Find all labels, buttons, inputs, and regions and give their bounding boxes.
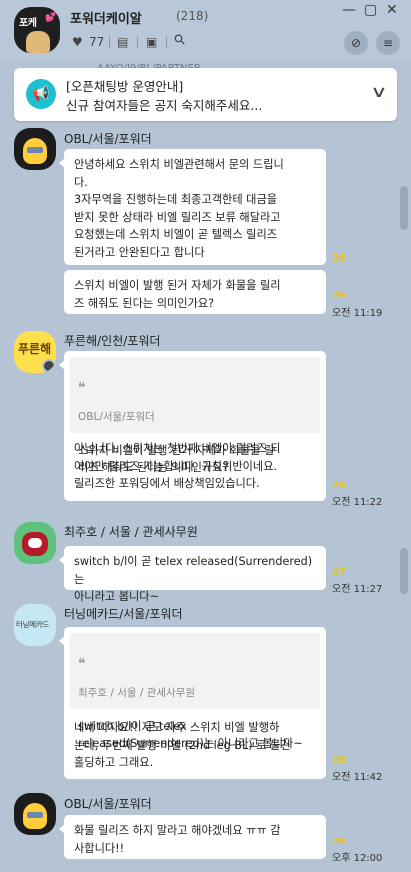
quote-icon: ❝	[78, 655, 86, 672]
member-count: (218)	[176, 9, 209, 23]
avatar[interactable]	[14, 793, 56, 835]
sender-name: 터닝메카드/서울/포워더	[64, 607, 183, 621]
avatar[interactable]: 푸른해	[14, 331, 56, 373]
character-face-icon	[23, 138, 47, 164]
message-text: 아닙니다. 스위치는 첫번째 비엘이 릴리즈 되 어야만 릴리즈 가능합니다. …	[74, 442, 281, 490]
avatar-label: 터닝메카드	[16, 620, 49, 629]
document-icon[interactable]: ▤	[117, 35, 128, 49]
megaphone-icon: 📢	[26, 79, 56, 109]
window-close-icon[interactable]: ✕	[386, 2, 398, 18]
sender-name: 최주호 / 서울 / 관세사무원	[64, 525, 198, 539]
character-figure	[26, 31, 50, 53]
quoted-sender: OBL/서울/포워더	[78, 411, 155, 423]
message-timestamp: 오전 11:42	[332, 772, 383, 783]
quoted-message[interactable]: ❝ OBL/서울/포워더 스위치 비엘이 발행 된거 자체가 화물을 릴 리즈 …	[70, 357, 320, 474]
reply-message-bubble[interactable]: ❝ OBL/서울/포워더 스위치 비엘이 발행 된거 자체가 화물을 릴 리즈 …	[59, 351, 326, 501]
sender-name: OBL/서울/포워더	[64, 797, 152, 811]
room-title[interactable]: 포워더케이알	[70, 8, 142, 27]
search-icon[interactable]: ⚲	[171, 31, 190, 50]
message-timestamp: 오전 11:22	[332, 497, 383, 508]
message-text: 네네 마자요!! 저도 자주 스위치 비엘 발행하 는데, 두번째 발행 비엘 …	[74, 721, 291, 769]
avatar[interactable]	[14, 128, 56, 170]
unread-count: 28	[332, 755, 346, 766]
chat-header: 포케 💕 포워더케이알 (218) ♥ 77 ▤ ▣ ⚲ — ▢ ✕ ⊘ ≡	[0, 0, 411, 62]
avatar-label: 푸른해	[18, 342, 52, 356]
message-bubble[interactable]: 스위치 비엘이 발행 된거 자체가 화물을 릴리 즈 해줘도 된다는 의미인가요…	[64, 270, 326, 314]
message-bubble[interactable]: 안녕하세요 스위치 비엘관련해서 문의 드립니 다. 3자무역을 진행하는데 최…	[59, 149, 326, 265]
divider	[166, 36, 167, 48]
scrollbar-thumb[interactable]	[400, 548, 408, 594]
unread-count: 26	[332, 480, 346, 491]
quoted-sender: 최주호 / 서울 / 관세사무원	[78, 687, 196, 699]
window-minimize-icon[interactable]: —	[342, 2, 356, 18]
notice-title: [오픈채팅방 운영안내]	[66, 79, 184, 94]
room-avatar[interactable]: 포케 💕	[14, 7, 60, 53]
unread-count: 26	[332, 290, 346, 301]
menu-icon[interactable]: ≡	[376, 31, 400, 55]
chevron-down-icon[interactable]: ∨	[370, 82, 388, 101]
quoted-message[interactable]: ❝ 최주호 / 서울 / 관세사무원 switch b/l이 곧 telex r…	[70, 633, 320, 750]
character-face-icon	[23, 803, 47, 829]
quote-icon: ❝	[78, 379, 86, 396]
unread-count: 28	[332, 836, 346, 847]
notice-banner[interactable]: 📢 [오픈채팅방 운영안내] 신규 참여자들은 공지 숙지해주세요... ∨	[14, 68, 397, 121]
character-face-icon	[22, 532, 48, 556]
profile-badge-icon	[42, 359, 56, 373]
inbox-icon[interactable]: ▣	[146, 35, 157, 49]
message-timestamp: 오전 11:19	[332, 308, 383, 319]
divider	[137, 36, 138, 48]
room-avatar-label: 포케	[19, 18, 37, 29]
heart-sticker-icon: 💕	[45, 13, 57, 23]
message-timestamp: 오전 11:27	[332, 584, 383, 595]
scrollbar-thumb[interactable]	[400, 186, 408, 230]
notice-text: 신규 참여자들은 공지 숙지해주세요...	[66, 98, 263, 113]
avatar[interactable]: 터닝메카드	[14, 604, 56, 646]
sender-name: OBL/서울/포워더	[64, 132, 152, 146]
heart-icon[interactable]: ♥	[72, 35, 83, 49]
unread-count: 26	[332, 253, 346, 264]
sender-name: 푸른해/인천/포워더	[64, 334, 161, 348]
message-bubble[interactable]: 화물 릴리즈 하지 말라고 해야겠네요 ㅠㅠ 감 사합니다!!	[59, 815, 326, 859]
reply-message-bubble[interactable]: ❝ 최주호 / 서울 / 관세사무원 switch b/l이 곧 telex r…	[59, 627, 326, 779]
window-maximize-icon[interactable]: ▢	[364, 2, 377, 18]
message-timestamp: 오후 12:00	[332, 853, 383, 864]
mute-icon[interactable]: ⊘	[344, 31, 368, 55]
message-bubble[interactable]: switch b/l이 곧 telex released(Surrendered…	[59, 546, 326, 603]
unread-count: 27	[332, 567, 346, 578]
divider	[109, 36, 110, 48]
likes-count: 77	[89, 35, 105, 49]
avatar[interactable]	[14, 522, 56, 564]
